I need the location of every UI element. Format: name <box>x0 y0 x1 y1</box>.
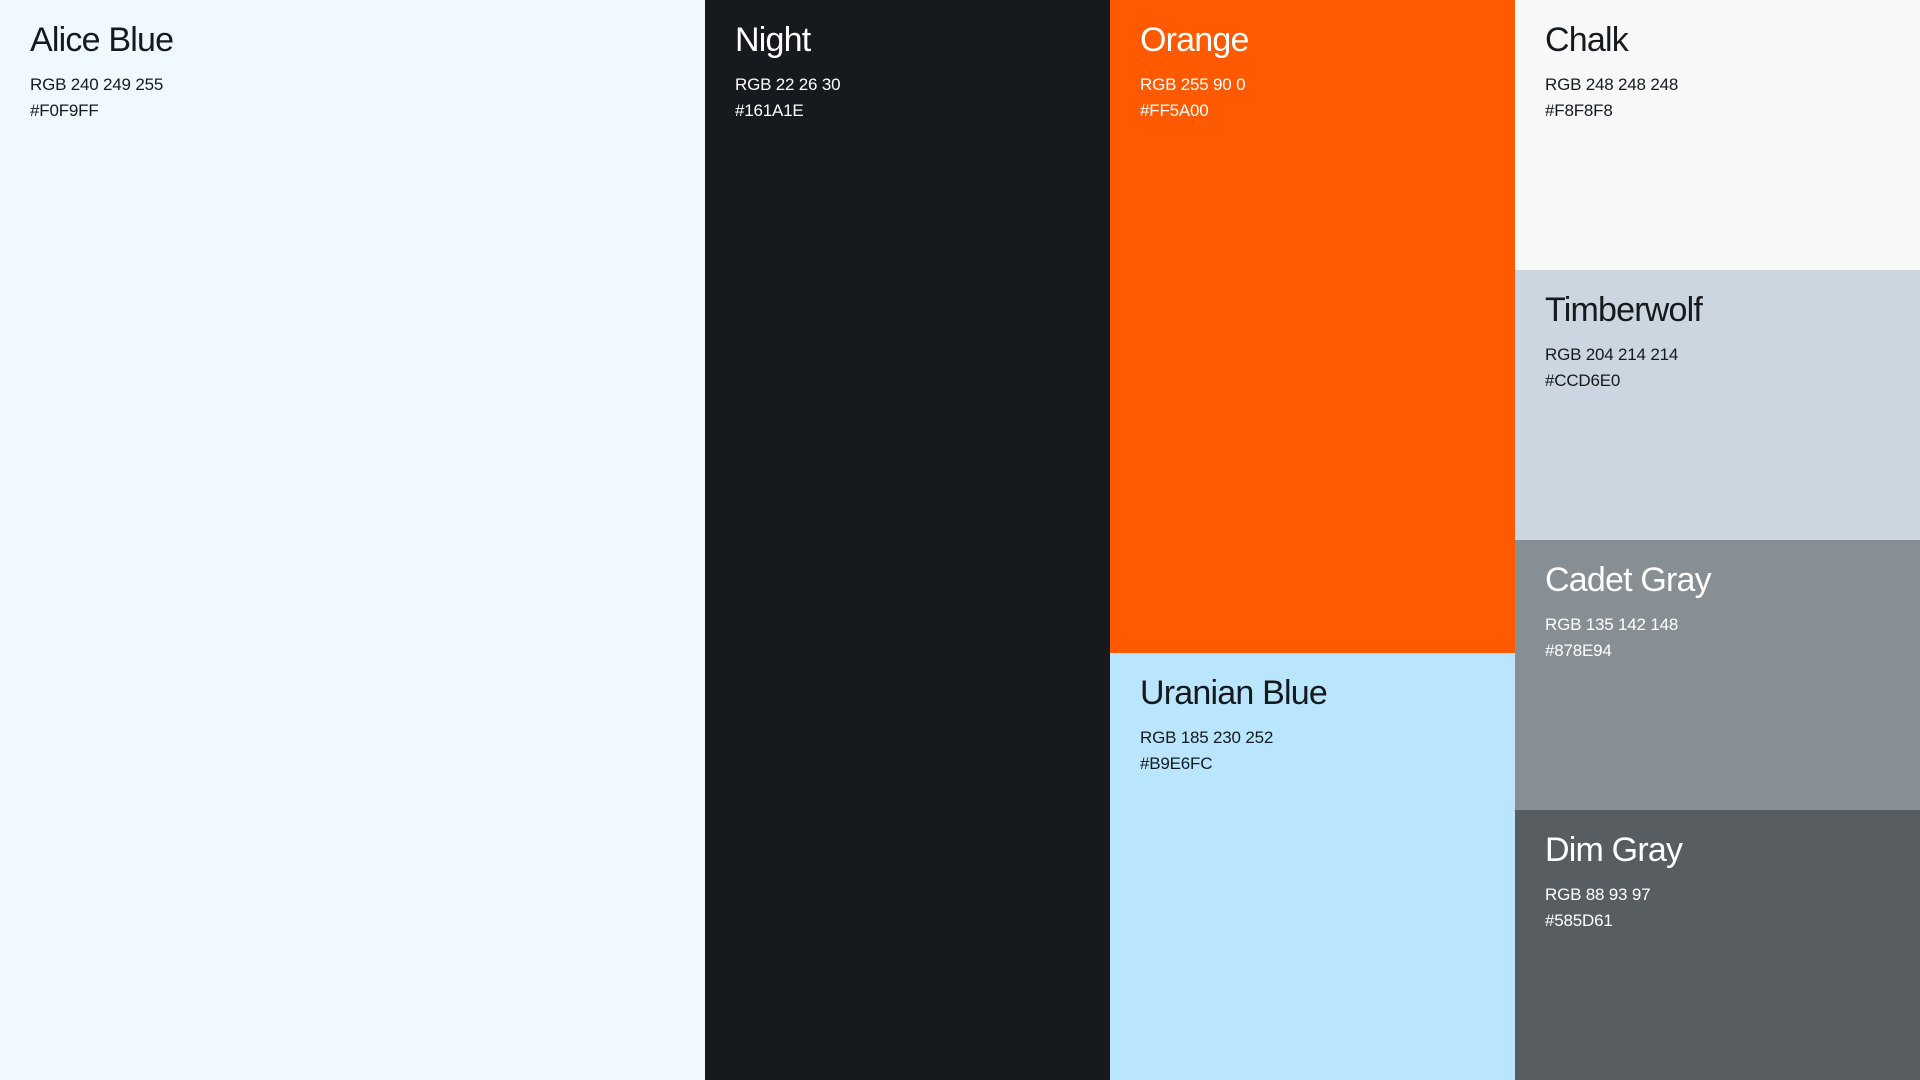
swatch-rgb-value: RGB 88 93 97 <box>1545 885 1651 904</box>
color-palette: Alice Blue RGB 240 249 255 #F0F9FF Night… <box>0 0 1920 1080</box>
swatch-hex-value: #B9E6FC <box>1140 754 1213 773</box>
swatch-orange: Orange RGB 255 90 0 #FF5A00 <box>1110 0 1515 653</box>
swatch-name: Timberwolf <box>1545 291 1703 329</box>
swatch-chalk: Chalk RGB 248 248 248 #F8F8F8 <box>1515 0 1920 270</box>
swatch-rgb-value: RGB 135 142 148 <box>1545 615 1679 634</box>
swatch-hex-value: #FF5A00 <box>1140 101 1209 120</box>
swatch-alice-blue: Alice Blue RGB 240 249 255 #F0F9FF <box>0 0 705 1080</box>
swatch-name: Alice Blue <box>30 21 174 59</box>
swatch-dim-gray: Dim Gray RGB 88 93 97 #585D61 <box>1515 810 1920 1080</box>
swatch-night: Night RGB 22 26 30 #161A1E <box>705 0 1110 1080</box>
swatch-hex-value: #CCD6E0 <box>1545 371 1621 390</box>
swatch-rgb-value: RGB 255 90 0 <box>1140 75 1246 94</box>
swatch-hex-value: #F8F8F8 <box>1545 101 1613 120</box>
swatch-uranian-blue: Uranian Blue RGB 185 230 252 #B9E6FC <box>1110 653 1515 1080</box>
swatch-name: Dim Gray <box>1545 831 1683 869</box>
swatch-rgb-value: RGB 240 249 255 <box>30 75 164 94</box>
swatch-rgb-value: RGB 204 214 214 <box>1545 345 1679 364</box>
swatch-timberwolf: Timberwolf RGB 204 214 214 #CCD6E0 <box>1515 270 1920 540</box>
swatch-hex-value: #585D61 <box>1545 911 1613 930</box>
swatch-hex-value: #F0F9FF <box>30 101 99 120</box>
swatch-rgb-value: RGB 185 230 252 <box>1140 728 1274 747</box>
swatch-name: Uranian Blue <box>1140 674 1328 712</box>
swatch-name: Orange <box>1140 21 1249 59</box>
swatch-hex-value: #161A1E <box>735 101 804 120</box>
swatch-cadet-gray: Cadet Gray RGB 135 142 148 #878E94 <box>1515 540 1920 810</box>
swatch-hex-value: #878E94 <box>1545 641 1612 660</box>
swatch-name: Cadet Gray <box>1545 561 1712 599</box>
swatch-name: Night <box>735 21 811 59</box>
swatch-rgb-value: RGB 22 26 30 <box>735 75 841 94</box>
swatch-name: Chalk <box>1545 21 1629 59</box>
swatch-rgb-value: RGB 248 248 248 <box>1545 75 1679 94</box>
